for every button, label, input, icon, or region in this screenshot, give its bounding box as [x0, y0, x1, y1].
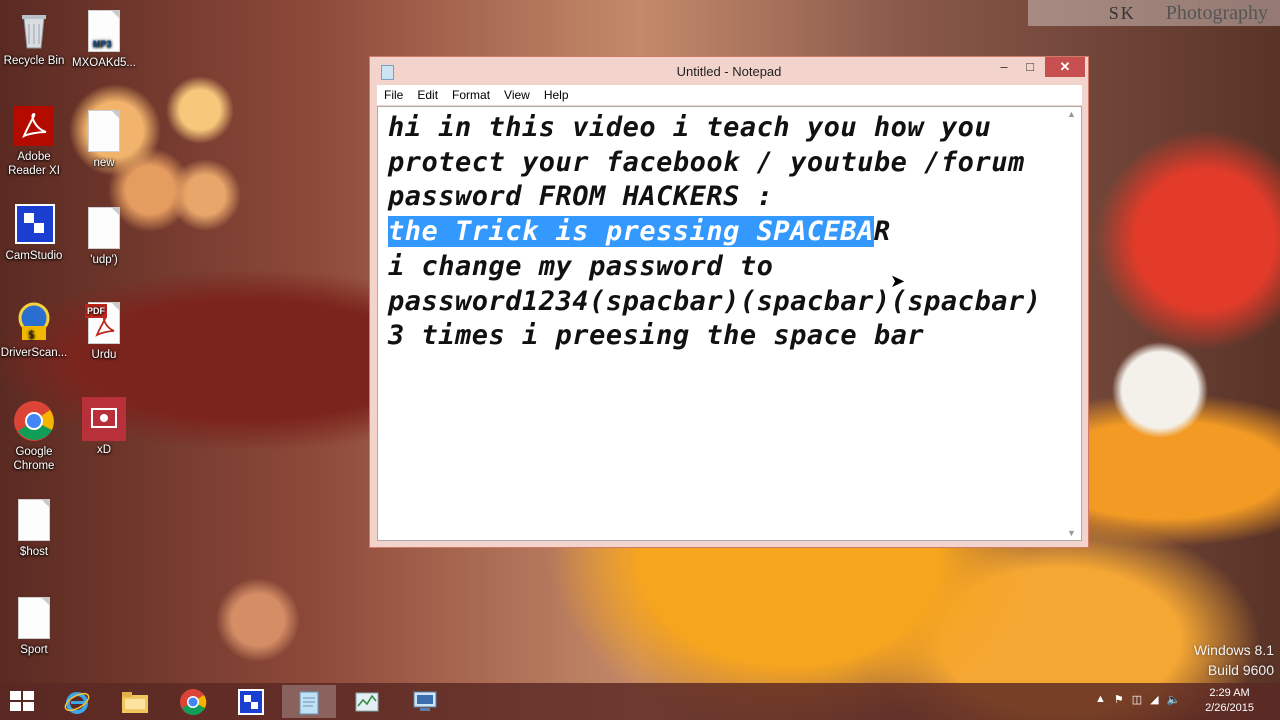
watermark-logo: SK	[1108, 2, 1136, 23]
minimize-button[interactable]: –	[992, 57, 1016, 77]
text-file-icon	[12, 597, 56, 641]
desktop-icon-shost-file[interactable]: $host	[0, 499, 71, 559]
text-line: i change my password to	[388, 250, 774, 282]
desktop-icon-label: DriverScan...	[0, 347, 68, 359]
scroll-up-icon[interactable]: ▲	[1067, 109, 1076, 119]
taskbar: ▲ ⚑ ◫ ◢ 🔈 2:29 AM 2/26/2015	[0, 683, 1280, 720]
photography-watermark: SK Photography	[1028, 0, 1280, 26]
text-file-icon	[82, 110, 126, 154]
mouse-cursor-icon: ➤	[890, 271, 906, 291]
desktop-icon-label: MXOAKd5...	[72, 57, 136, 69]
svg-text:$: $	[28, 328, 35, 341]
text-line: protect your facebook / youtube /forum	[388, 146, 1025, 178]
menu-edit[interactable]: Edit	[410, 88, 445, 102]
clock-time: 2:29 AM	[1209, 687, 1250, 699]
menu-format[interactable]: Format	[445, 88, 497, 102]
xd-app-icon	[82, 397, 126, 441]
desktop-icon-label: Google Chrome	[13, 446, 55, 472]
notepad-icon	[299, 691, 319, 714]
desktop-icon-label: Recycle Bin	[3, 55, 65, 67]
desktop-icon-label: xD	[96, 444, 112, 456]
camstudio-icon	[12, 203, 56, 247]
text-line: 3 times i preesing the space bar	[388, 320, 925, 352]
windows-version: Windows 8.1	[1193, 642, 1274, 658]
power-icon[interactable]: ◫	[1132, 693, 1142, 706]
taskbar-camstudio[interactable]	[224, 685, 278, 718]
desktop-icon-mp3-file[interactable]: MP3 MXOAKd5...	[67, 10, 141, 70]
chrome-icon	[180, 688, 207, 715]
menu-file[interactable]: File	[377, 88, 410, 102]
volume-icon[interactable]: 🔈	[1167, 693, 1181, 706]
folder-icon	[122, 691, 148, 713]
desktop-icon-driverscanner[interactable]: $ DriverScan...	[0, 300, 71, 360]
driverscanner-icon: $	[12, 300, 56, 344]
text-line: password1234(spacbar)(spacbar)(spacbar)	[388, 285, 1042, 317]
recycle-bin-icon	[12, 8, 56, 52]
action-center-flag-icon[interactable]: ⚑	[1114, 693, 1124, 706]
desktop-icon-sport-file[interactable]: Sport	[0, 597, 71, 657]
remote-desktop-icon	[413, 691, 437, 711]
text-file-icon	[82, 207, 126, 251]
taskbar-internet-explorer[interactable]	[50, 685, 104, 718]
text-line: password FROM HACKERS :	[388, 181, 774, 213]
desktop-icon-label: 'udp')	[90, 254, 118, 266]
text-line: hi in this video i teach you how you	[388, 112, 992, 143]
desktop-icon-google-chrome[interactable]: Google Chrome	[0, 399, 71, 473]
desktop-icon-label: Adobe Reader XI	[8, 151, 60, 177]
text-editor[interactable]: hi in this video i teach you how you prot…	[377, 106, 1082, 541]
pdf-file-icon: PDF	[82, 302, 126, 346]
menu-view[interactable]: View	[497, 88, 537, 102]
desktop-icon-xd-app[interactable]: xD	[67, 397, 141, 457]
desktop-icon-new-file[interactable]: new	[67, 110, 141, 170]
adobe-reader-icon	[12, 104, 56, 148]
taskbar-file-explorer[interactable]	[108, 685, 162, 718]
desktop-icon-recycle-bin[interactable]: Recycle Bin	[0, 8, 71, 68]
windows-build: Build 9600	[1207, 662, 1274, 678]
text-line-selected: the Trick is pressing SPACEBAR	[388, 215, 1061, 250]
show-hidden-icons-icon[interactable]: ▲	[1095, 693, 1106, 706]
window-title: Untitled - Notepad	[676, 64, 782, 79]
mp3-file-icon: MP3	[82, 10, 126, 54]
text-file-icon	[12, 499, 56, 543]
chrome-icon	[12, 399, 56, 443]
maximize-button[interactable]: □	[1018, 57, 1042, 77]
text-line-rest: R	[873, 216, 891, 248]
task-manager-icon	[355, 692, 379, 711]
clock-date: 2/26/2015	[1205, 702, 1254, 714]
start-button[interactable]	[10, 691, 36, 713]
title-bar[interactable]: Untitled - Notepad – □ ✕	[370, 57, 1088, 85]
desktop-icon-urdu-pdf[interactable]: PDF Urdu	[67, 302, 141, 362]
taskbar-clock[interactable]: 2:29 AM 2/26/2015	[1205, 686, 1254, 716]
taskbar-remote-desktop[interactable]	[398, 685, 452, 718]
menu-help[interactable]: Help	[537, 88, 576, 102]
windows-version-watermark: Windows 8.1 Build 9600	[1194, 640, 1274, 680]
camstudio-icon	[238, 688, 264, 715]
text-selection: the Trick is pressing SPACEBA	[388, 216, 874, 248]
desktop-icon-label: $host	[19, 546, 49, 558]
desktop-icon-label: CamStudio	[5, 250, 63, 262]
scroll-down-icon[interactable]: ▼	[1067, 528, 1076, 538]
watermark-text: Photography	[1165, 1, 1268, 24]
network-icon[interactable]: ◢	[1150, 693, 1158, 706]
desktop-icon-camstudio[interactable]: CamStudio	[0, 203, 71, 263]
notepad-window[interactable]: Untitled - Notepad – □ ✕ File Edit Forma…	[369, 56, 1089, 548]
desktop-icon-label: new	[93, 157, 115, 169]
taskbar-notepad[interactable]	[282, 685, 336, 718]
vertical-scrollbar[interactable]: ▲ ▼	[1064, 107, 1081, 540]
system-tray: ▲ ⚑ ◫ ◢ 🔈	[1095, 693, 1180, 706]
desktop-icon-label: Urdu	[91, 349, 117, 361]
taskbar-task-manager[interactable]	[340, 685, 394, 718]
editor-text[interactable]: hi in this video i teach you how you prot…	[388, 111, 1061, 354]
desktop-icon-label: Sport	[20, 644, 48, 656]
menu-bar: File Edit Format View Help	[377, 85, 1082, 105]
desktop-icon-adobe-reader[interactable]: Adobe Reader XI	[0, 104, 71, 178]
internet-explorer-icon	[64, 691, 90, 714]
close-button[interactable]: ✕	[1045, 57, 1085, 77]
taskbar-google-chrome[interactable]	[166, 685, 220, 718]
desktop-icon-udp-file[interactable]: 'udp')	[67, 207, 141, 267]
